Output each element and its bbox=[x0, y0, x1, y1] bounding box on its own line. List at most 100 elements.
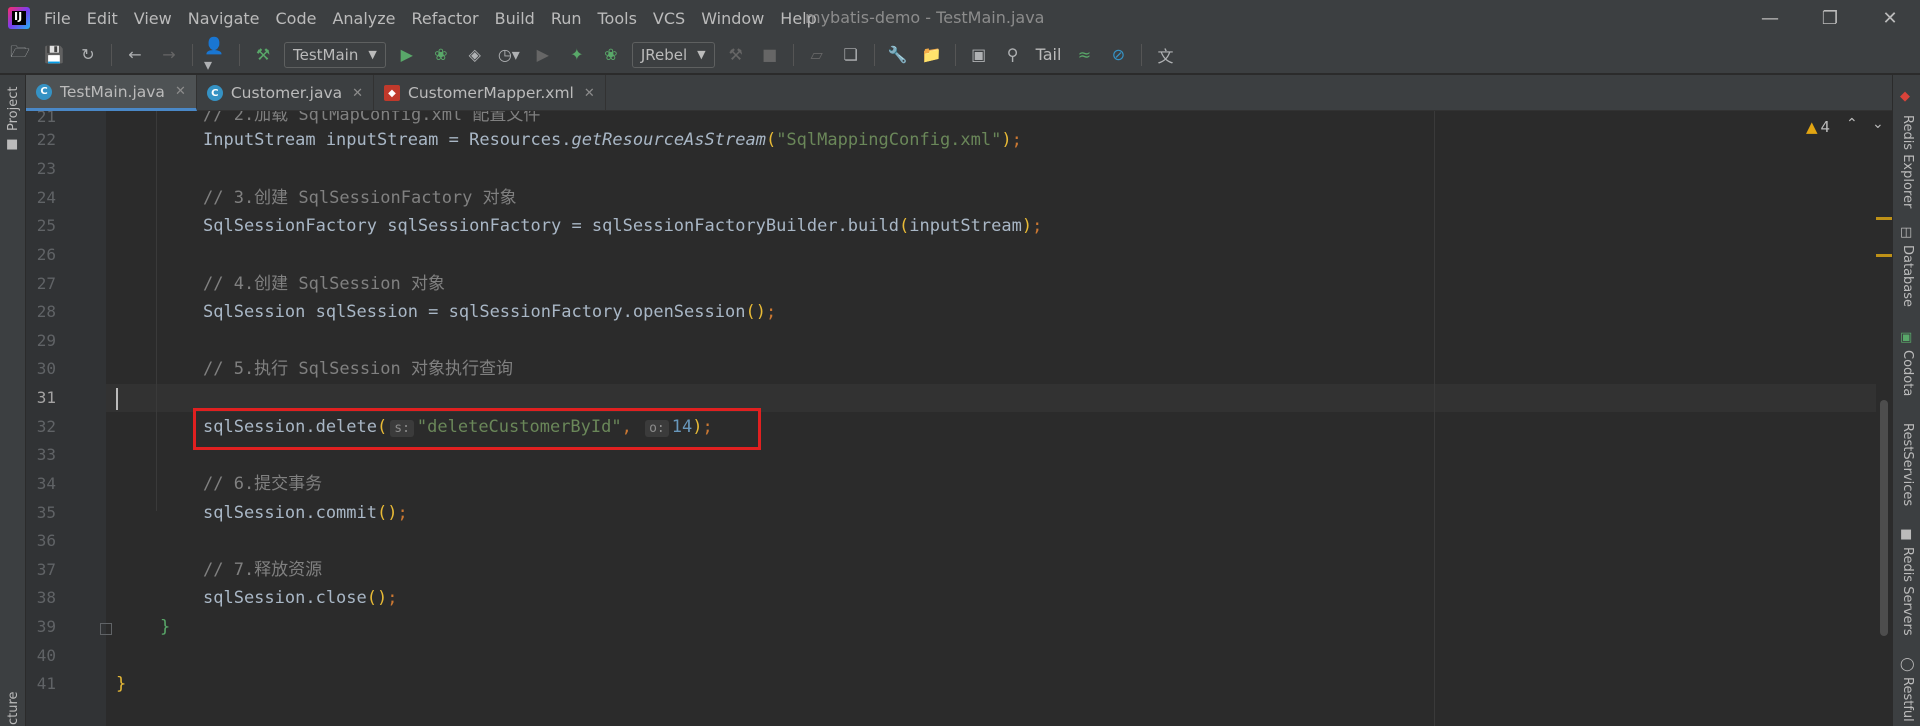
code-line-25: SqlSessionFactory sqlSessionFactory = sq… bbox=[203, 216, 1043, 236]
code-line-38: sqlSession.close(); bbox=[203, 588, 398, 608]
globe-icon: ◯ bbox=[1900, 657, 1915, 672]
menu-view[interactable]: View bbox=[134, 9, 172, 28]
tab-testmain[interactable]: C TestMain.java ✕ bbox=[26, 75, 197, 111]
user-icon[interactable]: 👤▾ bbox=[204, 36, 228, 74]
code-token: InputStream inputStream = Resources. bbox=[203, 130, 572, 150]
intellij-logo-icon: IJ bbox=[8, 7, 30, 29]
indent-guide bbox=[156, 111, 157, 511]
line-number: 35 bbox=[36, 503, 56, 522]
jrebel-rocket-icon[interactable]: ✦ bbox=[565, 43, 589, 67]
profile-icon[interactable]: ◷▾ bbox=[497, 43, 521, 67]
redis-servers-tool-button[interactable]: Redis Servers bbox=[1900, 547, 1915, 636]
search-icon[interactable]: ⚲ bbox=[1001, 43, 1025, 67]
close-icon[interactable]: ✕ bbox=[352, 86, 363, 101]
package-icon[interactable]: ❏ bbox=[839, 43, 863, 67]
wrench-icon[interactable]: 🔧 bbox=[886, 43, 910, 67]
sync-icon[interactable]: ↻ bbox=[76, 43, 100, 67]
code-line-39: } bbox=[160, 617, 171, 637]
jrebel-run-icon[interactable]: ▶ bbox=[531, 43, 555, 67]
restore-button[interactable]: ❐ bbox=[1800, 0, 1860, 36]
menu-window[interactable]: Window bbox=[701, 9, 764, 28]
mybatis-xml-icon: ◆ bbox=[384, 85, 401, 101]
main-toolbar: 🗁 💾 ↻ ← → 👤▾ ⚒ TestMain ▼ ▶ ❀ ◈ ◷▾ ▶ ✦ ❀… bbox=[0, 36, 1920, 74]
menu-file[interactable]: File bbox=[44, 9, 71, 28]
close-icon[interactable]: ✕ bbox=[175, 84, 186, 99]
database-tool-button[interactable]: Database bbox=[1900, 245, 1915, 307]
codota-tool-button[interactable]: Codota bbox=[1900, 350, 1915, 396]
code-token: SqlSession sqlSession = sqlSessionFactor… bbox=[203, 302, 746, 322]
close-icon[interactable]: ✕ bbox=[584, 86, 595, 101]
menu-edit[interactable]: Edit bbox=[87, 9, 118, 28]
line-number: 41 bbox=[36, 674, 56, 693]
chevron-down-icon: ▼ bbox=[368, 48, 377, 61]
left-tool-strip: Project ■ cture bbox=[0, 75, 26, 726]
warning-stripe-marker[interactable] bbox=[1876, 217, 1892, 220]
line-number: 33 bbox=[36, 445, 56, 464]
code-editor[interactable]: 21 22 23 24 25 26 27 28 29 30 31 32 33 3… bbox=[26, 111, 1876, 726]
menu-refactor[interactable]: Refactor bbox=[412, 9, 479, 28]
monitor-chart-icon[interactable]: ≈ bbox=[1072, 43, 1096, 67]
menu-vcs[interactable]: VCS bbox=[653, 9, 685, 28]
device-icon[interactable]: ▱ bbox=[805, 43, 829, 67]
annotation-highlight-box bbox=[193, 408, 761, 450]
jrebel-debug-icon[interactable]: ❀ bbox=[599, 43, 623, 67]
debug-bug-icon[interactable]: ❀ bbox=[429, 43, 453, 67]
tab-customer[interactable]: C Customer.java ✕ bbox=[197, 75, 375, 111]
menu-analyze[interactable]: Analyze bbox=[332, 9, 395, 28]
folder-icon: ■ bbox=[6, 137, 19, 152]
run-icon[interactable]: ▶ bbox=[395, 43, 419, 67]
chevron-up-icon[interactable]: ⌃ bbox=[1846, 116, 1858, 132]
toolbar-divider bbox=[873, 43, 875, 66]
chevron-down-icon[interactable]: ⌄ bbox=[1872, 116, 1884, 132]
code-token: sqlSession.close bbox=[203, 588, 367, 608]
line-number: 31 bbox=[36, 388, 56, 407]
translate-icon[interactable]: 文 bbox=[1153, 43, 1177, 67]
line-number: 32 bbox=[36, 417, 56, 436]
run-config-label: TestMain bbox=[293, 45, 359, 64]
line-number: 36 bbox=[36, 531, 56, 550]
menu-run[interactable]: Run bbox=[551, 9, 582, 28]
forward-arrow-icon[interactable]: → bbox=[157, 43, 181, 67]
line-number: 29 bbox=[36, 331, 56, 350]
menu-build[interactable]: Build bbox=[495, 9, 535, 28]
warnings-indicator[interactable]: ▲ 4 bbox=[1806, 118, 1830, 136]
back-arrow-icon[interactable]: ← bbox=[123, 43, 147, 67]
minimize-button[interactable]: — bbox=[1740, 0, 1800, 36]
window-icon[interactable]: ▣ bbox=[967, 43, 991, 67]
block-icon[interactable]: ⊘ bbox=[1106, 43, 1130, 67]
menu-code[interactable]: Code bbox=[276, 9, 317, 28]
warning-stripe-marker[interactable] bbox=[1876, 254, 1892, 257]
fold-marker-icon[interactable] bbox=[100, 623, 112, 635]
restservices-tool-button[interactable]: RestServices bbox=[1900, 423, 1915, 506]
project-tool-button[interactable]: Project bbox=[6, 87, 21, 131]
redis-icon: ◆ bbox=[1900, 89, 1910, 104]
jrebel-select[interactable]: JRebel ▼ bbox=[631, 41, 715, 68]
code-line-22: InputStream inputStream = Resources.getR… bbox=[203, 130, 1022, 150]
structure-tool-button[interactable]: cture bbox=[6, 691, 21, 725]
tab-label: Customer.java bbox=[230, 84, 343, 102]
menu-tools[interactable]: Tools bbox=[598, 9, 637, 28]
vertical-scrollbar[interactable] bbox=[1880, 400, 1888, 636]
line-number: 28 bbox=[36, 302, 56, 321]
run-config-select[interactable]: TestMain ▼ bbox=[284, 41, 386, 68]
redis-explorer-tool-button[interactable]: Redis Explorer bbox=[1900, 115, 1915, 208]
line-number: 23 bbox=[36, 159, 56, 178]
code-line-35: sqlSession.commit(); bbox=[203, 503, 408, 523]
tail-button[interactable]: Tail bbox=[1036, 45, 1062, 64]
open-folder-icon[interactable]: 🗁 bbox=[8, 42, 32, 67]
tab-customermapper[interactable]: ◆ CustomerMapper.xml ✕ bbox=[374, 75, 606, 111]
line-number: 22 bbox=[36, 130, 56, 149]
build-hammer-icon[interactable]: ⚒ bbox=[251, 43, 275, 67]
editor-tab-bar: C TestMain.java ✕ C Customer.java ✕ ◆ Cu… bbox=[26, 75, 1892, 111]
close-window-button[interactable]: ✕ bbox=[1860, 0, 1920, 36]
coverage-icon[interactable]: ◈ bbox=[463, 43, 487, 67]
restful-tool-button[interactable]: Restful bbox=[1900, 677, 1915, 722]
line-number: 25 bbox=[36, 216, 56, 235]
code-token: inputStream bbox=[909, 216, 1022, 236]
save-icon[interactable]: 💾 bbox=[42, 43, 66, 67]
project-structure-icon[interactable]: 📁 bbox=[920, 43, 944, 67]
menu-navigate[interactable]: Navigate bbox=[188, 9, 260, 28]
toolbar-divider bbox=[1141, 43, 1143, 66]
stop-icon[interactable]: ■ bbox=[758, 43, 782, 67]
hammer-disabled-icon[interactable]: ⚒ bbox=[724, 43, 748, 67]
